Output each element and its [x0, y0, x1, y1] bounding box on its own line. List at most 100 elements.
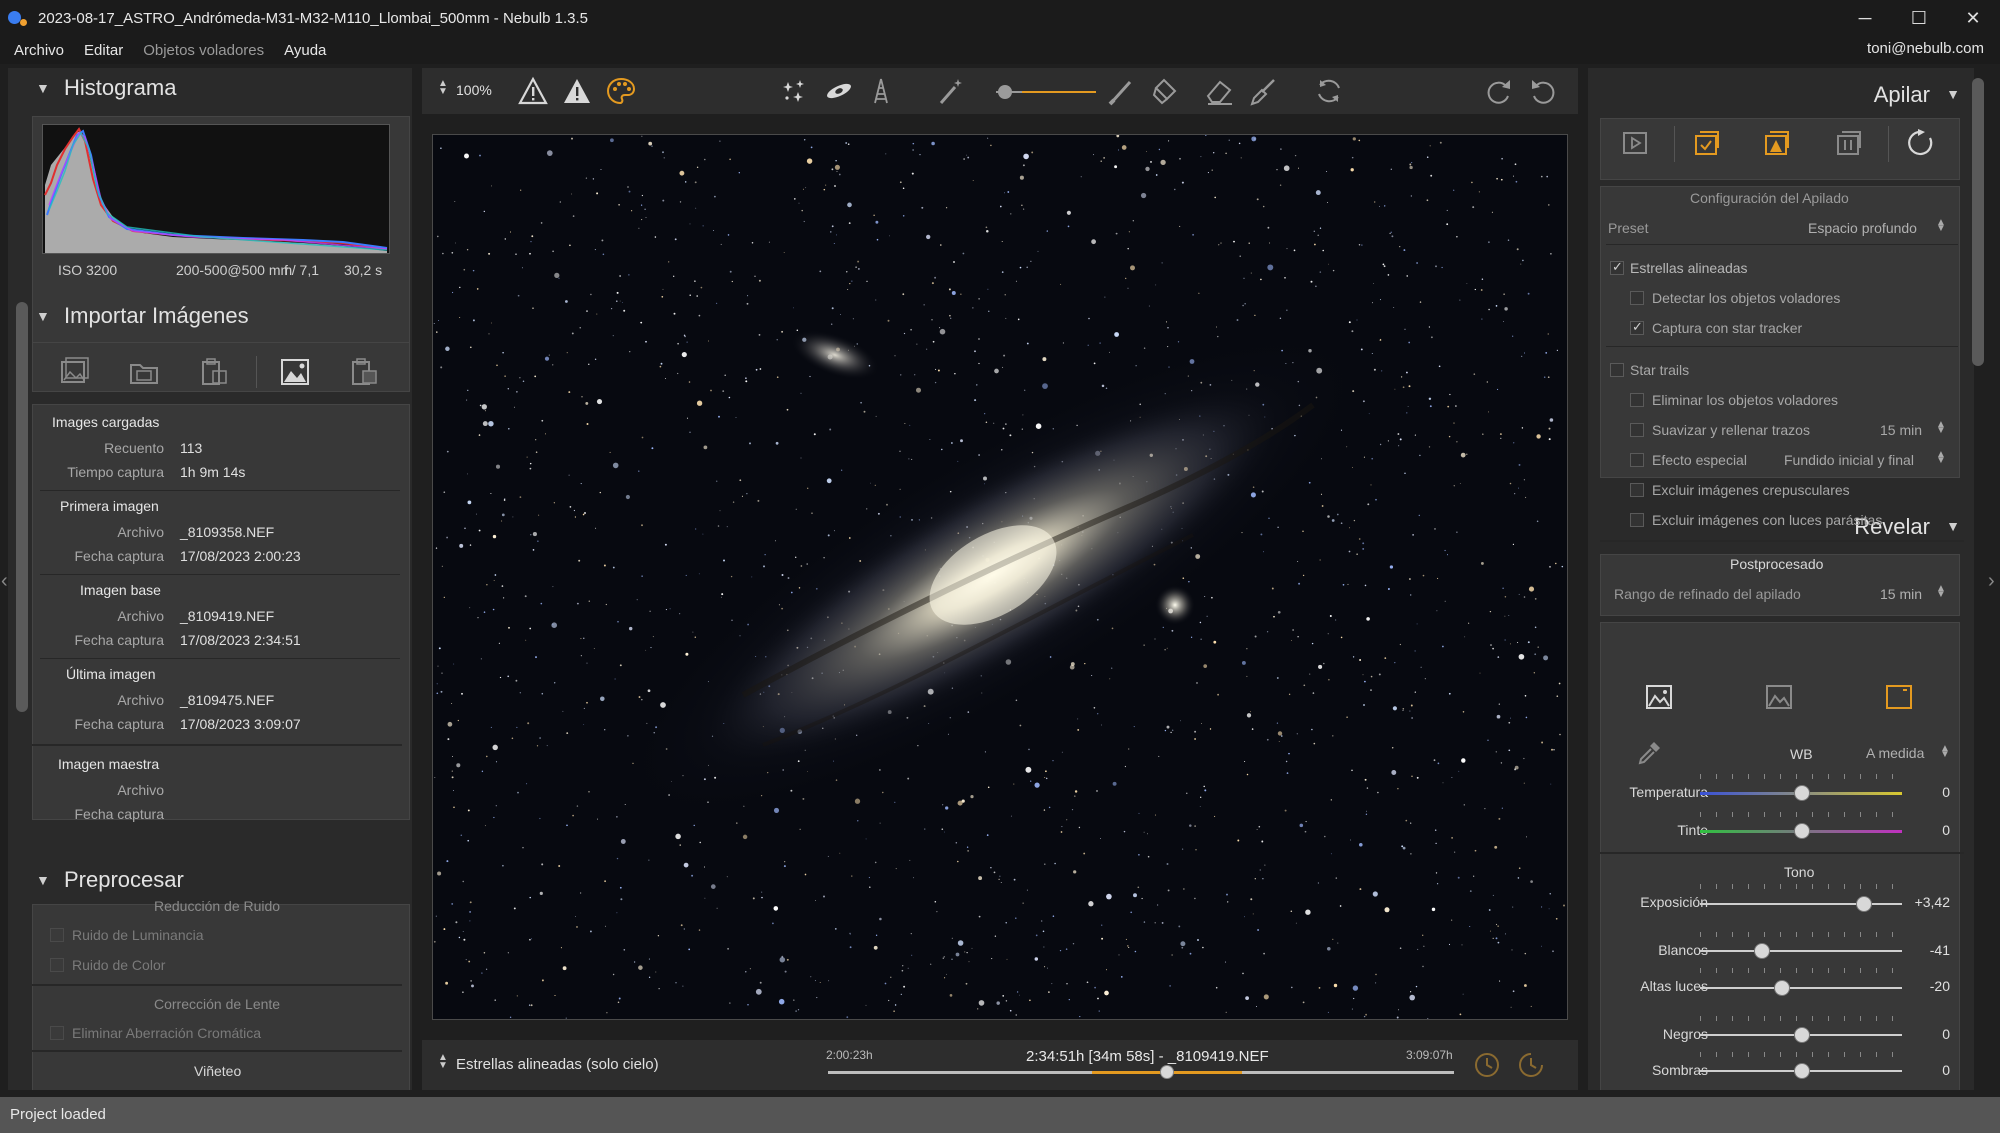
magic-wand-icon[interactable] — [934, 74, 968, 108]
preset-selector[interactable]: Espacio profundo — [1808, 220, 1917, 236]
paint-bucket-icon[interactable] — [1148, 74, 1182, 108]
star-tracker-checkbox[interactable] — [1630, 319, 1644, 335]
count-value: 113 — [180, 440, 203, 456]
detect-objects-checkbox[interactable] — [1630, 291, 1644, 305]
refine-spinner-icon[interactable]: ▲ ▼ — [1936, 584, 1946, 600]
mode-spinner-icon[interactable]: ▲ ▼ — [438, 1053, 448, 1071]
paste-master-icon[interactable] — [346, 354, 382, 390]
import-header[interactable]: ▼ Importar Imágenes — [8, 298, 412, 334]
zoom-level[interactable]: 100% — [456, 82, 492, 98]
highlights-slider[interactable] — [1700, 987, 1902, 989]
smooth-trails-label: Suavizar y rellenar trazos — [1652, 422, 1810, 438]
brush-icon[interactable] — [1104, 74, 1138, 108]
menu-objetos-voladores[interactable]: Objetos voladores — [143, 42, 264, 59]
wb-spinner-icon[interactable]: ▲ ▼ — [1940, 744, 1950, 760]
master-image-icon[interactable] — [277, 354, 313, 390]
clear-brush-icon[interactable] — [1246, 74, 1280, 108]
exposure-thumb[interactable] — [1856, 896, 1872, 912]
luminance-noise-checkbox[interactable] — [50, 928, 64, 942]
minimize-button[interactable]: ─ — [1838, 0, 1892, 36]
import-folder-icon[interactable] — [126, 354, 162, 390]
menu-archivo[interactable]: Archivo — [14, 42, 64, 59]
window-title: 2023-08-17_ASTRO_Andrómeda-M31-M32-M110_… — [38, 9, 589, 27]
highlights-thumb[interactable] — [1774, 980, 1790, 996]
special-effect-checkbox[interactable] — [1630, 453, 1644, 467]
shadows-thumb[interactable] — [1794, 1063, 1810, 1079]
wb-selector[interactable]: A medida — [1866, 745, 1924, 761]
landscape-tower-icon[interactable] — [864, 74, 898, 108]
eraser-icon[interactable] — [1202, 74, 1236, 108]
effect-spinner-icon[interactable]: ▲ ▼ — [1936, 450, 1946, 466]
exclude-parasitic-checkbox[interactable] — [1630, 513, 1644, 527]
menu-ayuda[interactable]: Ayuda — [284, 42, 326, 59]
whites-thumb[interactable] — [1754, 943, 1770, 959]
first-date-label: Fecha captura — [74, 548, 165, 564]
histogram-header[interactable]: ▼ Histograma — [8, 70, 412, 106]
user-account[interactable]: toni@nebulb.com — [1867, 40, 1984, 57]
undo-icon[interactable] — [1526, 74, 1560, 108]
refine-range-value[interactable]: 15 min — [1880, 586, 1922, 602]
blacks-thumb[interactable] — [1794, 1027, 1810, 1043]
last-date-label: Fecha captura — [74, 716, 165, 732]
star-trails-checkbox[interactable] — [1610, 363, 1624, 377]
preprocess-title: Preprocesar — [64, 867, 184, 892]
chromatic-aberration-checkbox[interactable] — [50, 1026, 64, 1040]
color-palette-icon[interactable] — [604, 74, 638, 108]
play-frame-icon[interactable] — [1618, 126, 1652, 160]
timeline-thumb[interactable] — [1160, 1065, 1174, 1079]
stars-icon[interactable] — [778, 74, 812, 108]
smooth-spinner-icon[interactable]: ▲ ▼ — [1936, 420, 1946, 436]
clock-start-icon[interactable] — [1470, 1048, 1504, 1082]
develop-image-icon[interactable] — [1642, 680, 1676, 714]
collapse-right-chevron-icon[interactable]: › — [1988, 570, 1995, 593]
stack-sky-icon[interactable] — [1760, 126, 1794, 160]
warning-outline-icon[interactable] — [516, 74, 550, 108]
warning-filled-icon[interactable] — [560, 74, 594, 108]
zoom-spinner-icon[interactable]: ▲ ▼ — [438, 79, 448, 97]
stack-trails-icon[interactable] — [1832, 126, 1866, 160]
divider — [1600, 852, 1964, 854]
vignette-title[interactable]: Viñeteo — [194, 1063, 241, 1079]
stack-mode-selector[interactable]: Estrellas alineadas (solo cielo) — [456, 1056, 659, 1073]
timeline-end-time: 3:09:07h — [1406, 1048, 1453, 1062]
right-scrollbar[interactable] — [1972, 78, 1984, 366]
divider — [1600, 540, 1964, 542]
galaxy-icon[interactable] — [822, 74, 856, 108]
remove-objects-checkbox[interactable] — [1630, 393, 1644, 407]
clock-end-icon[interactable] — [1514, 1048, 1548, 1082]
image-viewport[interactable] — [432, 134, 1568, 1020]
menu-editar[interactable]: Editar — [84, 42, 123, 59]
collapse-triangle-icon[interactable]: ▼ — [1946, 518, 1960, 534]
exclude-twilight-checkbox[interactable] — [1630, 483, 1644, 497]
preset-spinner-icon[interactable]: ▲ ▼ — [1936, 218, 1946, 234]
temperature-thumb[interactable] — [1794, 785, 1810, 801]
import-images-icon[interactable] — [56, 354, 92, 390]
special-effect-label: Efecto especial — [1652, 452, 1747, 468]
paste-images-icon[interactable] — [196, 354, 232, 390]
stack-aligned-icon[interactable] — [1690, 126, 1724, 160]
collapse-left-chevron-icon[interactable]: ‹ — [1, 570, 8, 593]
color-noise-checkbox[interactable] — [50, 958, 64, 972]
tint-thumb[interactable] — [1794, 823, 1810, 839]
collapse-triangle-icon[interactable]: ▼ — [1946, 86, 1960, 102]
smooth-trails-value[interactable]: 15 min — [1880, 422, 1922, 438]
whites-slider[interactable] — [1700, 950, 1902, 952]
preprocess-header[interactable]: ▼ Preprocesar — [8, 862, 412, 898]
base-date-label: Fecha captura — [74, 632, 165, 648]
smooth-trails-checkbox[interactable] — [1630, 423, 1644, 437]
divider — [40, 490, 400, 491]
maximize-button[interactable]: ☐ — [1892, 0, 1946, 36]
close-button[interactable]: ✕ — [1946, 0, 2000, 36]
refresh-icon[interactable] — [1312, 74, 1346, 108]
eyedropper-icon[interactable] — [1632, 736, 1666, 770]
left-scrollbar[interactable] — [16, 302, 28, 712]
redo-icon[interactable] — [1482, 74, 1516, 108]
aligned-stars-checkbox[interactable] — [1610, 259, 1624, 275]
reset-stack-icon[interactable] — [1904, 126, 1938, 160]
brush-size-thumb[interactable] — [998, 85, 1012, 99]
develop-ground-icon[interactable] — [1882, 680, 1916, 714]
stack-title[interactable]: Apilar — [1874, 82, 1930, 108]
special-effect-value[interactable]: Fundido inicial y final — [1784, 452, 1914, 468]
develop-sky-icon[interactable] — [1762, 680, 1796, 714]
highlights-value: -20 — [1929, 978, 1950, 994]
